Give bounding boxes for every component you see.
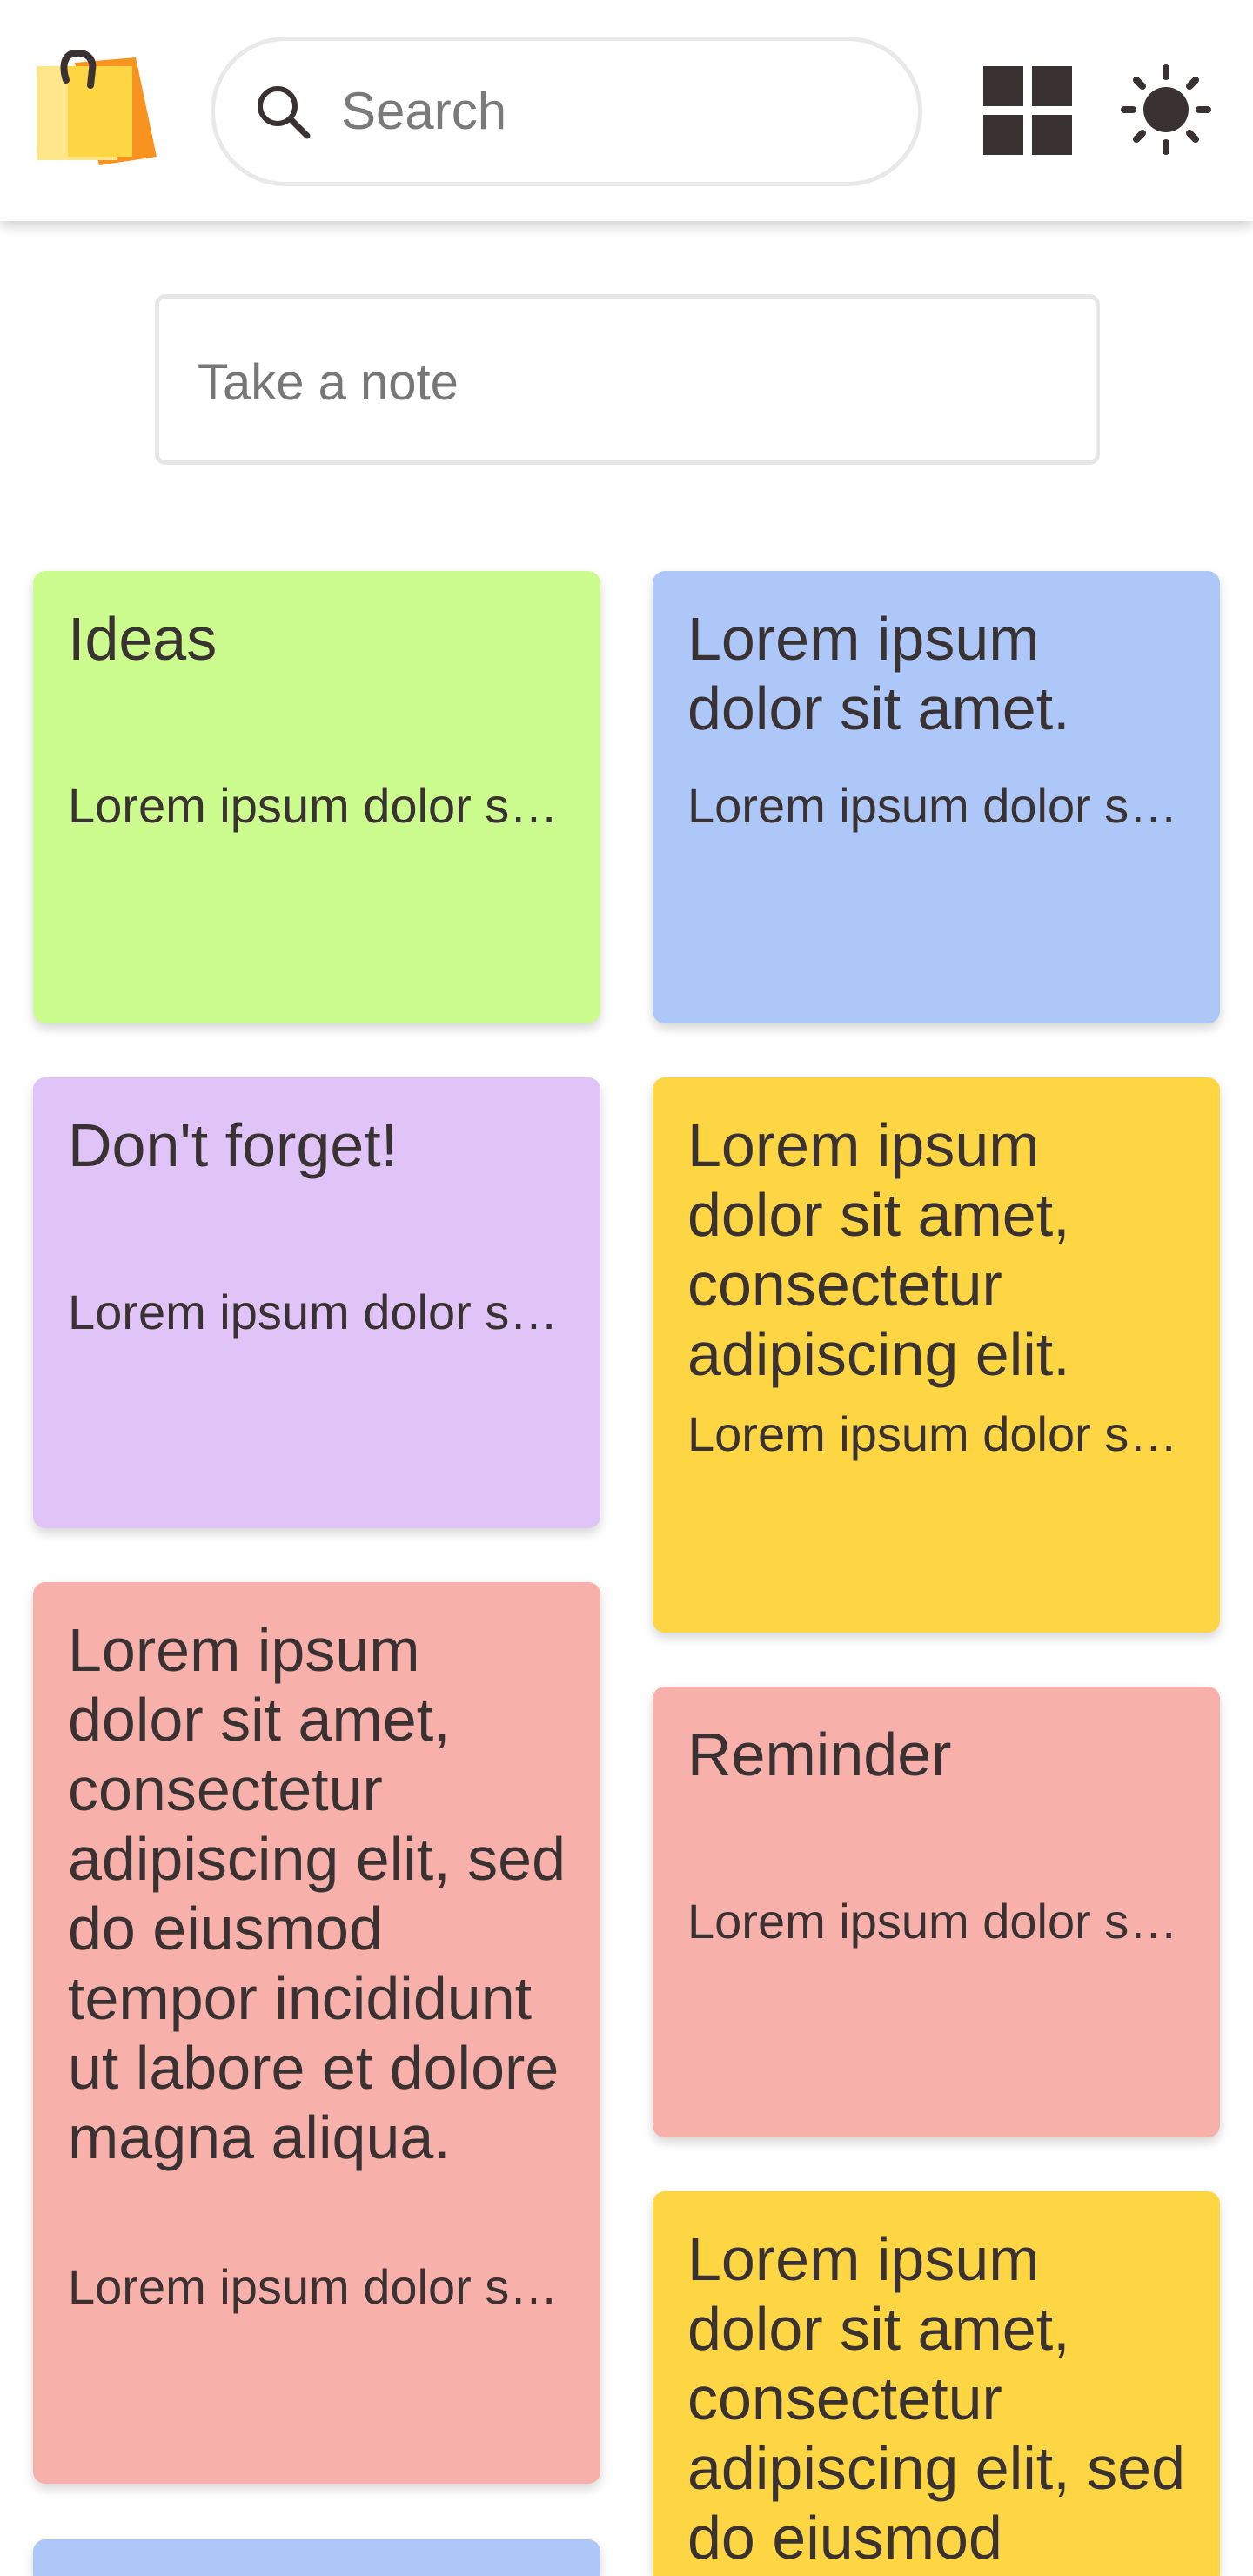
note-title: Lorem ipsum dolor sit amet, consectetur …: [687, 1111, 1070, 1388]
note-body: Lorem ipsum dolor sit amet: [68, 2259, 566, 2314]
take-note-box[interactable]: [155, 294, 1100, 465]
note-body: Lorem ipsum dolor sit amet: [687, 1894, 1185, 1949]
note-card[interactable]: Reminder Lorem ipsum dolor sit amet: [653, 1687, 1220, 2137]
note-body: Lorem ipsum dolor sit amet: [68, 1285, 566, 1339]
note-title: Ideas: [68, 605, 218, 673]
search-icon: [258, 86, 311, 139]
app-header: [0, 0, 1253, 221]
note-body: Lorem ipsum dolor sit amet: [687, 1406, 1185, 1461]
note-body: Lorem ipsum dolor sit amet: [687, 778, 1185, 833]
note-title: Lorem ipsum dolor sit amet, consectetur …: [68, 1616, 566, 2171]
note-title: Lorem ipsum dolor sit amet.: [687, 605, 1070, 742]
grid-view-icon[interactable]: [983, 66, 1072, 155]
note-card[interactable]: Lorem ipsum dolor sit amet. Lorem ipsum …: [653, 571, 1220, 1023]
search-input[interactable]: [341, 67, 881, 154]
take-note-input[interactable]: [198, 339, 1050, 426]
note-card[interactable]: Lorem ipsum dolor sit amet, consectetur …: [653, 2191, 1220, 2576]
note-title: Don't forget!: [68, 1111, 399, 1179]
note-card[interactable]: Lorem ipsum dolor sit amet, consectetur …: [653, 1077, 1220, 1633]
search-bar[interactable]: [211, 37, 922, 186]
note-card[interactable]: Lorem ipsum dolor sit amet, consectetur …: [33, 1582, 600, 2484]
app-logo-icon: [37, 50, 157, 165]
note-title: Lorem ipsum dolor sit amet, consectetur …: [687, 2225, 1185, 2572]
note-card[interactable]: Ideas Lorem ipsum dolor sit amet: [33, 571, 600, 1023]
note-card[interactable]: Don't forget! Lorem ipsum dolor sit amet: [33, 1077, 600, 1528]
note-title: Reminder: [687, 1721, 952, 1788]
note-card[interactable]: [33, 2539, 600, 2576]
sun-icon[interactable]: [1121, 64, 1211, 155]
note-body: Lorem ipsum dolor sit amet: [68, 778, 566, 833]
